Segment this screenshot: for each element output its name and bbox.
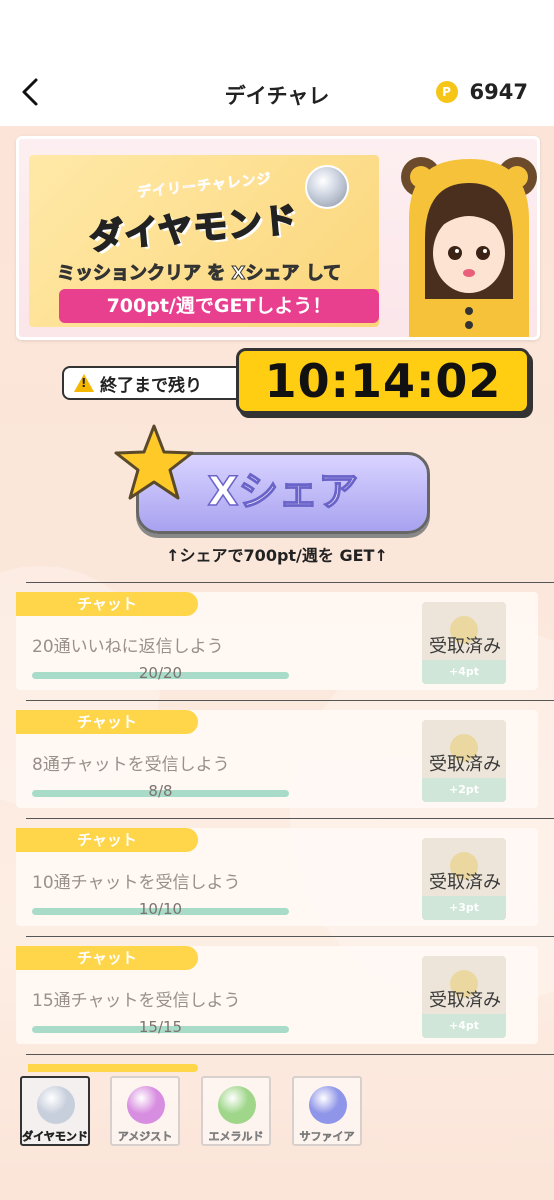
progress-text: 8/8 <box>148 782 173 800</box>
timer-label-box: 終了まで残り <box>62 366 246 400</box>
mission-text: 20通いいねに返信しよう <box>32 637 224 657</box>
mission-tag: チャット <box>16 592 198 616</box>
timer-label: 終了まで残り <box>100 375 202 396</box>
mission-text: 15通チャットを受信しよう <box>32 991 241 1011</box>
mission-card: チャット 15通チャットを受信しよう 15/15 +4pt 受取済み <box>16 946 538 1044</box>
share-note: ↑シェアで700pt/週を GET↑ <box>166 546 388 565</box>
star-icon <box>114 424 194 500</box>
event-banner[interactable]: デイリーチャレンジ ダイヤモンド ミッションクリア を Xシェア して 700p… <box>16 136 540 340</box>
amethyst-gem-icon <box>127 1086 165 1124</box>
tab-label: アメジスト <box>117 1130 173 1143</box>
mission-text: 10通チャットを受信しよう <box>32 873 241 893</box>
mission-card: チャット 8通チャットを受信しよう 8/8 +2pt 受取済み <box>16 710 538 808</box>
points-balance: P 6947 <box>435 80 528 104</box>
progress-text: 10/10 <box>138 900 183 918</box>
divider <box>26 700 554 701</box>
mascot-character-icon <box>401 157 537 337</box>
mission-text: 8通チャットを受信しよう <box>32 755 230 775</box>
banner-line1-part-b: シェア して <box>245 263 342 285</box>
reward-label: +3pt <box>422 896 506 920</box>
mission-tag: チャット <box>16 710 198 734</box>
tab-diamond[interactable]: ダイヤモンド <box>20 1076 90 1146</box>
tab-label: サファイア <box>299 1130 355 1143</box>
diamond-icon <box>305 165 349 209</box>
banner-line1: ミッションクリア を Xシェア して <box>57 259 342 285</box>
reward-label: +4pt <box>422 1014 506 1038</box>
banner-line2: 700pt/週でGETしよう！ <box>59 289 379 323</box>
points-value: 6947 <box>469 80 528 104</box>
countdown-timer: 10:14:02 <box>236 348 530 414</box>
reward-label: +4pt <box>422 660 506 684</box>
claim-status: 受取済み <box>429 990 501 1011</box>
divider <box>26 936 554 937</box>
progress-text: 15/15 <box>138 1018 183 1036</box>
claim-status: 受取済み <box>429 636 501 657</box>
banner-line1-x: X <box>231 263 246 285</box>
divider <box>26 818 554 819</box>
sapphire-gem-icon <box>309 1086 347 1124</box>
tab-label: ダイヤモンド <box>22 1130 88 1144</box>
tab-emerald[interactable]: エメラルド <box>201 1076 271 1146</box>
claim-status: 受取済み <box>429 872 501 893</box>
mission-tag: チャット <box>16 946 198 970</box>
warning-icon <box>74 374 94 392</box>
coin-icon: P <box>435 81 458 103</box>
mission-card: チャット 10通チャットを受信しよう 10/10 +3pt 受取済み <box>16 828 538 926</box>
app-header: デイチャレ P 6947 <box>0 60 554 126</box>
main-content[interactable]: デイリーチャレンジ ダイヤモンド ミッションクリア を Xシェア して 700p… <box>0 126 554 1200</box>
divider <box>26 1054 554 1055</box>
divider <box>26 582 554 583</box>
tab-label: エメラルド <box>208 1130 264 1143</box>
tab-amethyst[interactable]: アメジスト <box>110 1076 180 1146</box>
mission-card: チャット 20通いいねに返信しよう 20/20 +4pt 受取済み <box>16 592 538 690</box>
diamond-gem-icon <box>37 1086 75 1124</box>
tab-sapphire[interactable]: サファイア <box>292 1076 362 1146</box>
progress-text: 20/20 <box>138 664 183 682</box>
emerald-gem-icon <box>218 1086 256 1124</box>
mission-tag: チャット <box>16 828 198 852</box>
banner-line1-part-a: ミッションクリア を <box>57 263 232 285</box>
claim-status: 受取済み <box>429 754 501 775</box>
reward-label: +2pt <box>422 778 506 802</box>
next-mission-tag-peek <box>28 1064 198 1072</box>
